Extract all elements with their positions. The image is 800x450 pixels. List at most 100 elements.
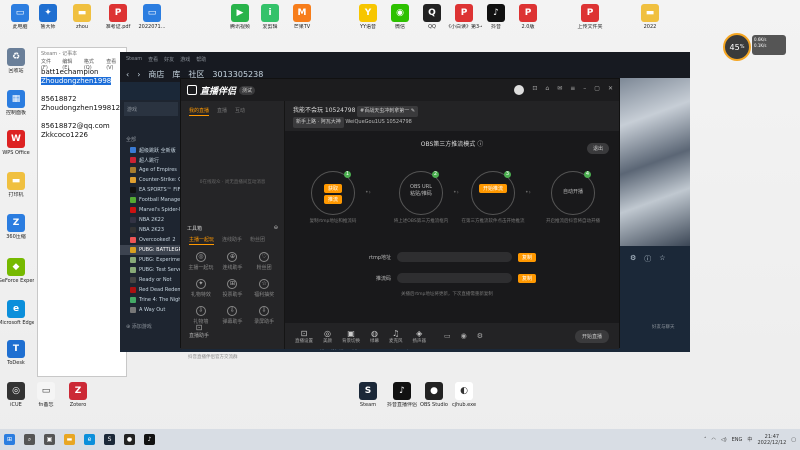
camera-icon[interactable]: ▭ xyxy=(444,332,451,340)
game-list-item[interactable]: Overcooked! 2 xyxy=(120,235,182,245)
tool-item[interactable]: ⊕ 连线助手 xyxy=(219,252,247,271)
step-button[interactable]: 开始推流 xyxy=(478,184,507,193)
notification-icon[interactable]: ▢ xyxy=(791,437,796,443)
eye-icon[interactable]: ◉ xyxy=(461,332,467,340)
desktop-icon-4[interactable]: ▭ 2022071... xyxy=(134,4,170,30)
desktop-icon-9[interactable]: ◉ 微信 xyxy=(382,4,418,30)
copy-key-button[interactable]: 复制 xyxy=(518,273,537,283)
tool-item[interactable]: ⊞ 投票助手 xyxy=(219,279,247,298)
steam-menu-item[interactable]: 帮助 xyxy=(196,56,206,63)
game-list-item[interactable]: PUBG: BATTLEGROUNDS xyxy=(120,245,182,255)
bottom-tool[interactable]: ⊡ 直播设置 xyxy=(295,329,313,344)
steam-menu-item[interactable]: 查看 xyxy=(148,56,158,63)
collapse-icon[interactable]: ⊖ xyxy=(274,225,278,232)
bottom-tool[interactable]: ◎ 美颜 xyxy=(323,329,332,344)
copy-rtmp-button[interactable]: 复制 xyxy=(518,252,537,262)
desktop-icon-left-6[interactable]: e Microsoft Edge xyxy=(0,300,34,326)
steam-menu-item[interactable]: 游戏 xyxy=(180,56,190,63)
menu-icon[interactable]: ≡ xyxy=(570,85,575,95)
maximize-icon[interactable]: ▢ xyxy=(594,85,600,95)
desktop-icon-6[interactable]: i 爱剪辑 xyxy=(252,4,288,30)
taskbar-start-icon[interactable]: ⊞ xyxy=(4,434,15,445)
forward-icon[interactable]: › xyxy=(137,70,140,79)
library-search[interactable]: 游戏 xyxy=(124,102,178,116)
notepad-menu-item[interactable]: 格式(O) xyxy=(84,58,101,71)
step-button[interactable]: 获取 xyxy=(323,184,342,193)
game-list-item[interactable]: EA SPORTS™ FIFA xyxy=(120,185,182,195)
desktop-icon-left-4[interactable]: Z 360压缩 xyxy=(0,214,34,240)
favorite-icon[interactable]: ☆ xyxy=(659,254,665,264)
desktop-icon-7[interactable]: M 芒果TV xyxy=(284,4,320,30)
desktop-icon-11[interactable]: P 《小白读》第3-4版... xyxy=(446,4,482,30)
game-list-item[interactable]: NBA 2K23 xyxy=(120,225,182,235)
game-list-item[interactable]: 超级跳跃 全新版 xyxy=(120,145,182,155)
bottom-tool[interactable]: ♫ 麦克风 xyxy=(389,329,403,344)
desktop-icon-left-1[interactable]: ▦ 控制面板 xyxy=(0,90,34,116)
taskbar-douyin-icon[interactable]: ♪ xyxy=(144,434,155,445)
desktop-icon-left-2[interactable]: W WPS Office xyxy=(0,130,34,156)
tools-tab-0[interactable]: 主播一起玩 xyxy=(189,236,215,245)
close-icon[interactable]: ✕ xyxy=(608,85,613,95)
desktop-icon-10[interactable]: Q QQ xyxy=(414,4,450,30)
volume-icon[interactable]: ◁) xyxy=(721,437,727,443)
input-language[interactable]: ENG xyxy=(732,437,743,443)
tool-item[interactable]: ◎ 主播一起玩 xyxy=(187,252,215,271)
step-button[interactable]: 推流 xyxy=(323,195,342,204)
back-icon[interactable]: ‹ xyxy=(126,70,129,79)
taskbar-search-icon[interactable]: ⌕ xyxy=(24,434,35,445)
game-list-item[interactable]: Ready or Not xyxy=(120,275,182,285)
desktop-icon-bottom-3[interactable]: ◐ cjhub.exe xyxy=(446,382,482,408)
game-list-item[interactable]: Counter-Strike: GO xyxy=(120,175,182,185)
desktop-icon-left-3[interactable]: ▬ 打印机 xyxy=(0,172,34,198)
nav-store[interactable]: 商店 xyxy=(148,69,164,80)
desktop-icon-15[interactable]: ▬ 2022 xyxy=(632,4,668,30)
record-icon[interactable]: ⊡ xyxy=(532,85,537,95)
notepad-menu-item[interactable]: 编辑(E) xyxy=(62,58,79,71)
bottom-tool[interactable]: ◍ 绿幕 xyxy=(370,329,379,344)
exit-button[interactable]: 退出 xyxy=(586,143,609,154)
game-list-item[interactable]: NBA 2K22 xyxy=(120,215,182,225)
help-icon[interactable]: ⓘ xyxy=(477,141,483,148)
tool-item[interactable]: ⇩ 录屏助手 xyxy=(250,306,278,325)
taskbar-obs-icon[interactable]: ● xyxy=(124,434,135,445)
room-tag[interactable]: #百战天虫冲刺拿第一 ✎ xyxy=(357,106,419,117)
minimize-icon[interactable]: – xyxy=(583,85,586,95)
game-list-item[interactable]: PUBG: Test Server xyxy=(120,265,182,275)
desktop-icon-3[interactable]: P 准考证.pdf xyxy=(100,4,136,30)
notepad-text[interactable]: batt1echampion Zhoudongzhen1998 85618872 Z… xyxy=(38,66,129,142)
desktop-icon-left-7[interactable]: T ToDesk xyxy=(0,340,34,366)
game-list-item[interactable]: A Way Out xyxy=(120,305,182,315)
game-list-item[interactable]: PUBG: Experimental xyxy=(120,255,182,265)
desktop-icon-8[interactable]: Y YY语音 xyxy=(350,4,386,30)
tool-item[interactable]: ✦ 礼物特效 xyxy=(187,279,215,298)
ime-icon[interactable]: 中 xyxy=(747,436,752,443)
game-list-item[interactable]: 超人跳行 xyxy=(120,155,182,165)
stream-key-input[interactable] xyxy=(397,273,512,283)
tab-interact[interactable]: 互动 xyxy=(235,107,245,116)
start-live-button[interactable]: 开始直播 xyxy=(574,329,609,343)
add-game-button[interactable]: ⊕ 添加游戏 xyxy=(120,315,182,338)
desktop-icon-left-0[interactable]: ♻ 回收站 xyxy=(0,48,34,74)
gear-icon[interactable]: ⚙ xyxy=(477,332,483,340)
taskbar-task-view-icon[interactable]: ▣ xyxy=(44,434,55,445)
notepad-menu-item[interactable]: 文件(F) xyxy=(41,58,57,71)
desktop-icon-left-10[interactable]: Z Zotero xyxy=(60,382,96,408)
tray-chevron-icon[interactable]: ˄ xyxy=(704,437,707,443)
desktop-icon-13[interactable]: P 2.0版 xyxy=(510,4,546,30)
taskbar-edge-icon[interactable]: e xyxy=(84,434,95,445)
desktop-icon-bottom-1[interactable]: ♪ 抖音直播伴侣 xyxy=(384,382,420,408)
network-icon[interactable]: ◠ xyxy=(711,437,715,443)
friends-chat[interactable]: 好友与聊天 xyxy=(652,324,675,330)
avatar[interactable] xyxy=(514,85,525,95)
performance-gauge[interactable]: 45% xyxy=(723,33,751,61)
tool-item[interactable]: ⇩ 弹幕助手 xyxy=(219,306,247,325)
desktop-icon-2[interactable]: ▬ zhou xyxy=(64,4,100,30)
tool-item[interactable]: ☆ 福利抽奖 xyxy=(250,279,278,298)
settings-icon[interactable]: ⚙ xyxy=(630,254,636,264)
taskbar-file-explorer-icon[interactable]: ▬ xyxy=(64,434,75,445)
game-list-item[interactable]: Marvel's Spider-Man xyxy=(120,205,182,215)
game-list-item[interactable]: Red Dead Redemption xyxy=(120,285,182,295)
assistant-button[interactable]: ⊡ 直播助手 xyxy=(189,323,209,339)
desktop-icon-12[interactable]: ♪ 抖音 xyxy=(478,4,514,30)
notepad-window[interactable]: Steam - 记事本 文件(F) 编辑(E) 格式(O) 查看(V) batt1ec… xyxy=(37,47,129,377)
